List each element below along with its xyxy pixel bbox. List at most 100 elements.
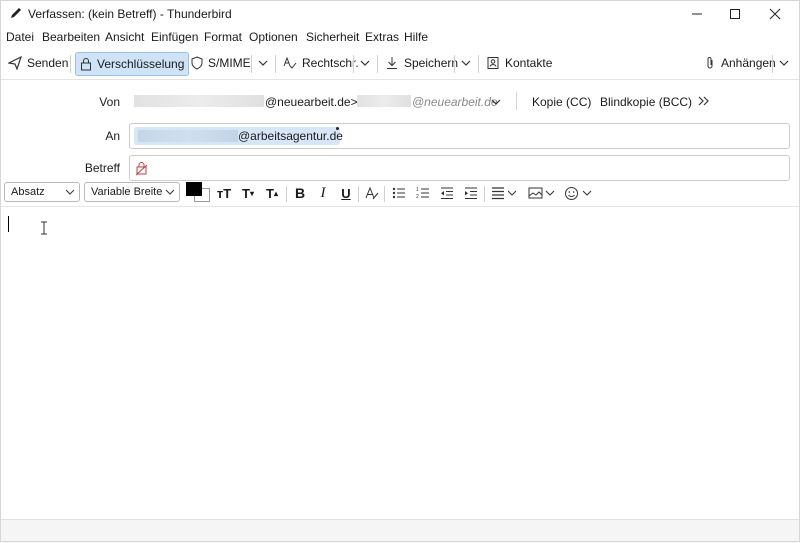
download-icon bbox=[387, 57, 397, 69]
header-separator bbox=[516, 92, 517, 110]
smime-label: S/MIME bbox=[208, 56, 251, 70]
paragraph-select[interactable]: Absatz bbox=[4, 182, 80, 202]
compose-toolbar: Senden Verschlüsselung S/MIME Rechtschr.… bbox=[0, 50, 800, 78]
menu-bearbeiten[interactable]: Bearbeiten bbox=[42, 30, 100, 44]
menu-ansicht[interactable]: Ansicht bbox=[105, 30, 144, 44]
font-select-value: Variable Breite bbox=[91, 186, 163, 198]
message-body-editor[interactable] bbox=[0, 207, 800, 519]
pen-icon bbox=[11, 8, 21, 18]
window-title: Verfassen: (kein Betreff) - Thunderbird bbox=[28, 7, 232, 21]
recipient-address: @arbeitsagentur.de bbox=[238, 129, 343, 143]
close-icon bbox=[769, 8, 781, 20]
cc-button[interactable]: Kopie (CC) bbox=[532, 95, 591, 109]
smime-button[interactable]: S/MIME bbox=[187, 52, 255, 74]
toolbar-separator bbox=[377, 55, 378, 73]
from-name-redacted bbox=[134, 95, 264, 107]
spelling-label: Rechtschr. bbox=[302, 56, 359, 70]
outdent-icon[interactable] bbox=[437, 183, 457, 203]
menu-extras[interactable]: Extras bbox=[365, 30, 399, 44]
text-caret bbox=[8, 216, 9, 232]
spellcheck-icon bbox=[283, 56, 297, 69]
double-chevron-icon[interactable] bbox=[697, 95, 711, 107]
save-button[interactable]: Speichern bbox=[381, 52, 462, 74]
menu-hilfe[interactable]: Hilfe bbox=[404, 30, 428, 44]
recipient-name-redacted bbox=[138, 130, 238, 142]
send-label: Senden bbox=[27, 56, 69, 70]
format-separator bbox=[384, 186, 385, 202]
to-label: An bbox=[105, 129, 120, 143]
chevron-down-icon bbox=[65, 189, 75, 195]
paperclip-icon bbox=[707, 57, 713, 69]
image-icon[interactable] bbox=[525, 183, 545, 203]
toolbar-separator bbox=[275, 55, 276, 73]
menu-einfuegen[interactable]: Einfügen bbox=[151, 30, 198, 44]
contacts-button[interactable]: Kontakte bbox=[482, 52, 556, 74]
subject-field[interactable] bbox=[129, 155, 790, 181]
numbered-list-icon[interactable]: 12 bbox=[413, 183, 433, 203]
recipient-indicator bbox=[336, 127, 339, 130]
bold-icon[interactable]: B bbox=[290, 183, 310, 203]
remove-formatting-icon[interactable] bbox=[362, 183, 382, 203]
emoji-icon[interactable] bbox=[561, 183, 581, 203]
toolbar-separator bbox=[251, 55, 252, 73]
format-separator bbox=[358, 186, 359, 202]
from-label: Von bbox=[99, 95, 120, 109]
send-button[interactable]: Senden bbox=[4, 52, 72, 74]
chevron-down-icon bbox=[165, 189, 175, 195]
format-separator bbox=[286, 186, 287, 202]
menu-bar: Datei Bearbeiten Ansicht Einfügen Format… bbox=[0, 28, 800, 48]
maximize-icon bbox=[730, 9, 740, 19]
italic-icon[interactable]: I bbox=[313, 183, 333, 203]
chevron-down-icon[interactable] bbox=[257, 57, 269, 69]
toolbar-separator bbox=[772, 55, 773, 73]
contacts-icon bbox=[487, 57, 499, 69]
status-bar bbox=[0, 519, 800, 543]
format-toolbar: Absatz Variable Breite ᴛT T ▾ T ▴ B I U 12 bbox=[0, 180, 800, 207]
font-select[interactable]: Variable Breite bbox=[84, 182, 180, 202]
spelling-button[interactable]: Rechtschr. bbox=[279, 52, 363, 74]
encryption-button[interactable]: Verschlüsselung bbox=[75, 52, 190, 76]
indent-icon[interactable] bbox=[461, 183, 481, 203]
menu-format[interactable]: Format bbox=[204, 30, 242, 44]
chevron-down-icon[interactable] bbox=[359, 57, 371, 69]
chevron-down-icon[interactable] bbox=[460, 57, 472, 69]
text-color-swatch[interactable] bbox=[186, 182, 202, 196]
font-size-reset-icon[interactable]: ᴛT bbox=[214, 183, 234, 203]
svg-text:1: 1 bbox=[416, 187, 419, 193]
close-button[interactable] bbox=[752, 0, 798, 28]
align-icon[interactable] bbox=[488, 183, 508, 203]
toolbar-divider bbox=[0, 79, 800, 80]
format-separator bbox=[484, 186, 485, 202]
shield-icon bbox=[191, 56, 203, 70]
chevron-down-icon[interactable] bbox=[507, 188, 517, 198]
attach-button[interactable]: Anhängen bbox=[700, 52, 780, 74]
bullet-list-icon[interactable] bbox=[389, 183, 409, 203]
toolbar-separator bbox=[454, 55, 455, 73]
underline-icon[interactable]: U bbox=[336, 183, 356, 203]
title-bar: Verfassen: (kein Betreff) - Thunderbird bbox=[0, 0, 800, 28]
chevron-down-icon[interactable] bbox=[582, 188, 592, 198]
save-label: Speichern bbox=[404, 56, 459, 70]
from-address[interactable]: @neuearbeit.de> bbox=[265, 95, 358, 109]
font-larger-icon[interactable]: T ▴ bbox=[262, 183, 282, 203]
bcc-button[interactable]: Blindkopie (BCC) bbox=[600, 95, 692, 109]
menu-optionen[interactable]: Optionen bbox=[249, 30, 298, 44]
chevron-down-icon[interactable] bbox=[778, 57, 790, 69]
menu-datei[interactable]: Datei bbox=[6, 30, 34, 44]
toolbar-separator bbox=[70, 55, 71, 73]
to-field[interactable]: @arbeitsagentur.de bbox=[129, 123, 790, 149]
chevron-down-icon[interactable] bbox=[545, 188, 555, 198]
svg-text:2: 2 bbox=[416, 194, 419, 200]
chevron-down-icon[interactable] bbox=[490, 96, 502, 108]
encryption-label: Verschlüsselung bbox=[97, 57, 185, 71]
toolbar-separator bbox=[353, 55, 354, 73]
paragraph-select-value: Absatz bbox=[11, 186, 45, 198]
toolbar-separator bbox=[478, 55, 479, 73]
menu-sicherheit[interactable]: Sicherheit bbox=[306, 30, 359, 44]
subject-label: Betreff bbox=[84, 161, 120, 175]
from-identity-redacted bbox=[357, 95, 411, 107]
font-smaller-icon[interactable]: T ▾ bbox=[238, 183, 258, 203]
attach-label: Anhängen bbox=[721, 56, 776, 70]
from-identity[interactable]: @neuearbeit.de bbox=[412, 95, 498, 109]
lock-icon bbox=[81, 58, 91, 71]
